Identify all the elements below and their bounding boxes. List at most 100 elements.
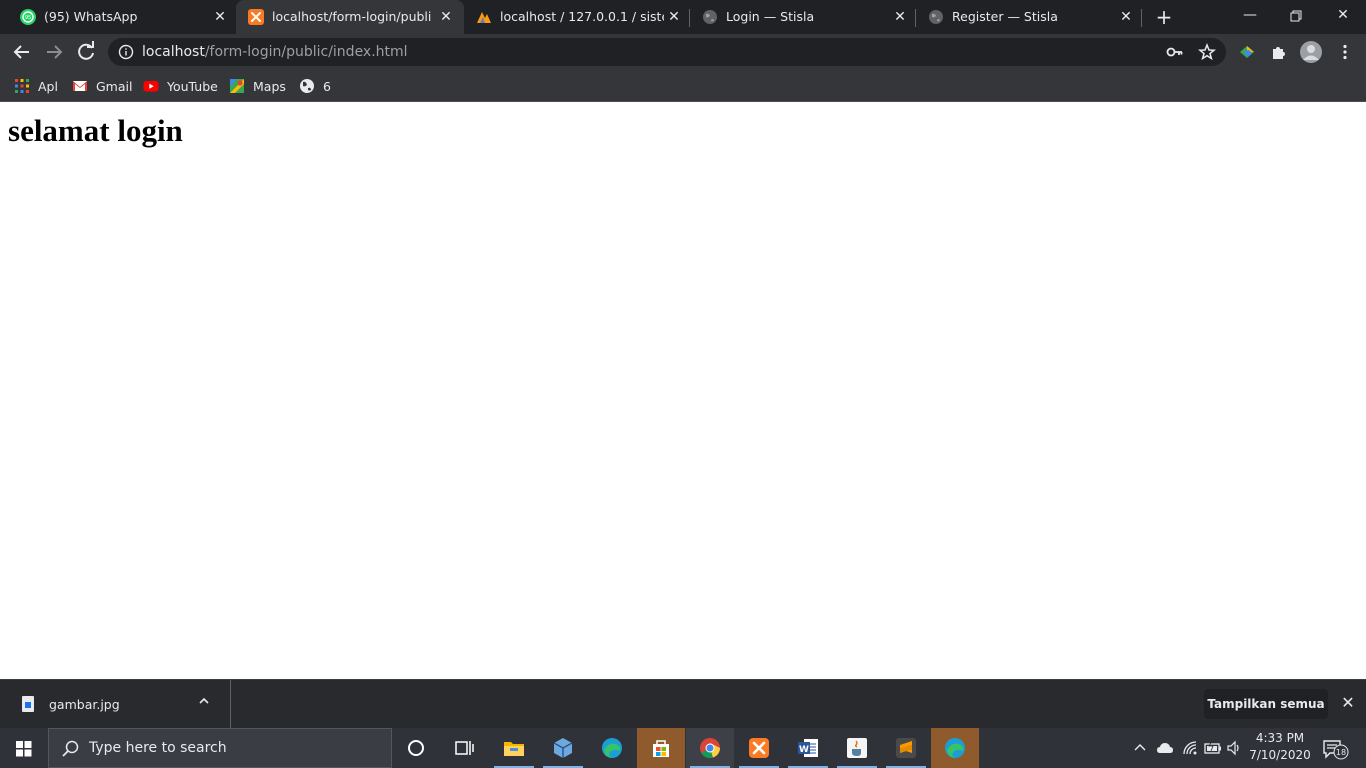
new-tab-button[interactable]: +: [1153, 6, 1175, 28]
windows-start-icon[interactable]: [0, 728, 48, 768]
youtube-icon: [143, 81, 159, 92]
tab-form-login[interactable]: localhost/form-login/public/in ✕: [236, 0, 464, 34]
forward-icon[interactable]: [41, 39, 67, 65]
edge-app[interactable]: [588, 728, 636, 768]
download-bar: gambar.jpg Tampilkan semua ✕: [0, 679, 1366, 729]
url-host: localhost: [142, 44, 205, 60]
tab-title: localhost/form-login/public/in: [272, 9, 432, 24]
close-window-button[interactable]: ✕: [1320, 0, 1366, 32]
task-view-icon: [455, 741, 474, 755]
profile-avatar[interactable]: [1300, 41, 1322, 63]
bookmark-maps[interactable]: Maps: [229, 76, 286, 96]
bookmarks-bar: Apl Gmail YouTube Maps 6: [0, 70, 1366, 102]
windows-taskbar: Type here to search W 4:33 PM 7/10/2020 …: [0, 728, 1366, 768]
task-view-button[interactable]: [440, 728, 488, 768]
search-placeholder: Type here to search: [89, 740, 227, 756]
bookmark-apps[interactable]: Apl: [14, 76, 58, 96]
bookmark-label: Maps: [253, 78, 286, 94]
tab-login-stisla[interactable]: Login — Stisla ✕: [690, 0, 916, 34]
tab-strip: 95 (95) WhatsApp ✕ localhost/form-login/…: [0, 0, 1366, 34]
microsoft-store-app[interactable]: [637, 728, 685, 768]
clock-date: 7/10/2020: [1249, 748, 1311, 762]
tab-badge: 95: [25, 15, 31, 21]
word-icon: W: [798, 739, 818, 757]
edge-icon: [945, 738, 965, 758]
maps-icon: [230, 79, 244, 93]
chrome-app[interactable]: [686, 728, 734, 768]
chevron-up-icon[interactable]: [198, 695, 210, 711]
java-cup-icon: [847, 738, 867, 758]
word-app[interactable]: W: [784, 728, 832, 768]
gmail-icon: [73, 81, 87, 91]
chrome-icon: [700, 738, 720, 758]
file-explorer-app[interactable]: [490, 728, 538, 768]
browser-toolbar: localhost/form-login/public/index.html: [0, 34, 1366, 70]
restore-button[interactable]: [1273, 0, 1319, 32]
url-text: localhost/form-login/public/index.html: [142, 44, 408, 60]
wifi-icon[interactable]: [1182, 740, 1198, 756]
bookmark-youtube[interactable]: YouTube: [143, 76, 218, 96]
close-tab-icon[interactable]: ✕: [892, 9, 908, 25]
volume-icon[interactable]: [1226, 740, 1242, 756]
globe-icon: [300, 79, 314, 93]
edge-beta-app[interactable]: [931, 728, 979, 768]
extensions-puzzle-icon[interactable]: [1270, 43, 1288, 61]
apps-grid-icon: [15, 79, 29, 93]
clock-time: 4:33 PM: [1255, 731, 1305, 745]
globe-icon: [703, 10, 717, 24]
notification-center-icon[interactable]: 18: [1322, 738, 1350, 760]
bookmark-gmail[interactable]: Gmail: [72, 76, 132, 96]
minimize-button[interactable]: —: [1227, 0, 1273, 32]
system-clock[interactable]: 4:33 PM 7/10/2020: [1244, 730, 1316, 766]
globe-icon: [929, 10, 943, 24]
battery-icon[interactable]: [1204, 740, 1222, 756]
download-filename: gambar.jpg: [49, 697, 120, 712]
show-all-downloads-button[interactable]: Tampilkan semua: [1204, 689, 1328, 719]
bookmark-folder-6[interactable]: 6: [299, 76, 331, 96]
tab-title: Register — Stisla: [952, 9, 1058, 24]
bookmark-label: 6: [323, 78, 331, 94]
taskbar-search-box[interactable]: Type here to search: [48, 728, 392, 768]
close-download-bar-icon[interactable]: ✕: [1338, 693, 1358, 713]
xampp-app[interactable]: [735, 728, 783, 768]
close-tab-icon[interactable]: ✕: [212, 9, 228, 25]
bookmark-label: Gmail: [96, 78, 133, 94]
cortana-circle-icon: [408, 740, 424, 756]
tab-phpmyadmin[interactable]: localhost / 127.0.0.1 / sistem_lo ✕: [464, 0, 690, 34]
cortana-button[interactable]: [392, 728, 440, 768]
tab-title: Login — Stisla: [726, 9, 815, 24]
bookmark-label: Apl: [38, 78, 58, 94]
menu-dots-icon[interactable]: [1336, 43, 1354, 61]
phpmyadmin-icon: [477, 12, 491, 23]
address-bar[interactable]: localhost/form-login/public/index.html: [108, 38, 1226, 66]
onedrive-cloud-icon[interactable]: [1156, 740, 1174, 756]
sublime-text-app[interactable]: [882, 728, 930, 768]
java-app[interactable]: [833, 728, 881, 768]
star-icon[interactable]: [1198, 43, 1216, 61]
chevron-up-icon[interactable]: [1132, 740, 1148, 756]
tab-title: (95) WhatsApp: [44, 9, 138, 24]
notification-count: 18: [1336, 748, 1346, 757]
page-heading: selamat login: [8, 113, 183, 148]
virtualbox-app[interactable]: [539, 728, 587, 768]
store-bag-icon: [653, 740, 669, 757]
xampp-icon: [248, 9, 264, 25]
image-file-icon: [22, 696, 34, 712]
info-icon[interactable]: [118, 44, 134, 60]
svg-text:W: W: [799, 745, 809, 755]
back-icon[interactable]: [9, 39, 35, 65]
tab-register-stisla[interactable]: Register — Stisla ✕: [916, 0, 1142, 34]
search-icon: [62, 740, 79, 757]
url-path: /form-login/public/index.html: [204, 44, 408, 60]
download-item[interactable]: gambar.jpg: [0, 680, 231, 729]
close-tab-icon[interactable]: ✕: [438, 9, 454, 25]
close-tab-icon[interactable]: ✕: [1118, 9, 1134, 25]
key-icon[interactable]: [1166, 43, 1184, 61]
tab-whatsapp[interactable]: 95 (95) WhatsApp ✕: [8, 0, 236, 34]
reload-icon[interactable]: [73, 39, 99, 65]
extension-colored-icon[interactable]: [1238, 43, 1256, 61]
cube-icon: [553, 738, 573, 758]
whatsapp-icon: 95: [20, 9, 36, 25]
bookmark-label: YouTube: [167, 78, 218, 94]
close-tab-icon[interactable]: ✕: [666, 9, 682, 25]
